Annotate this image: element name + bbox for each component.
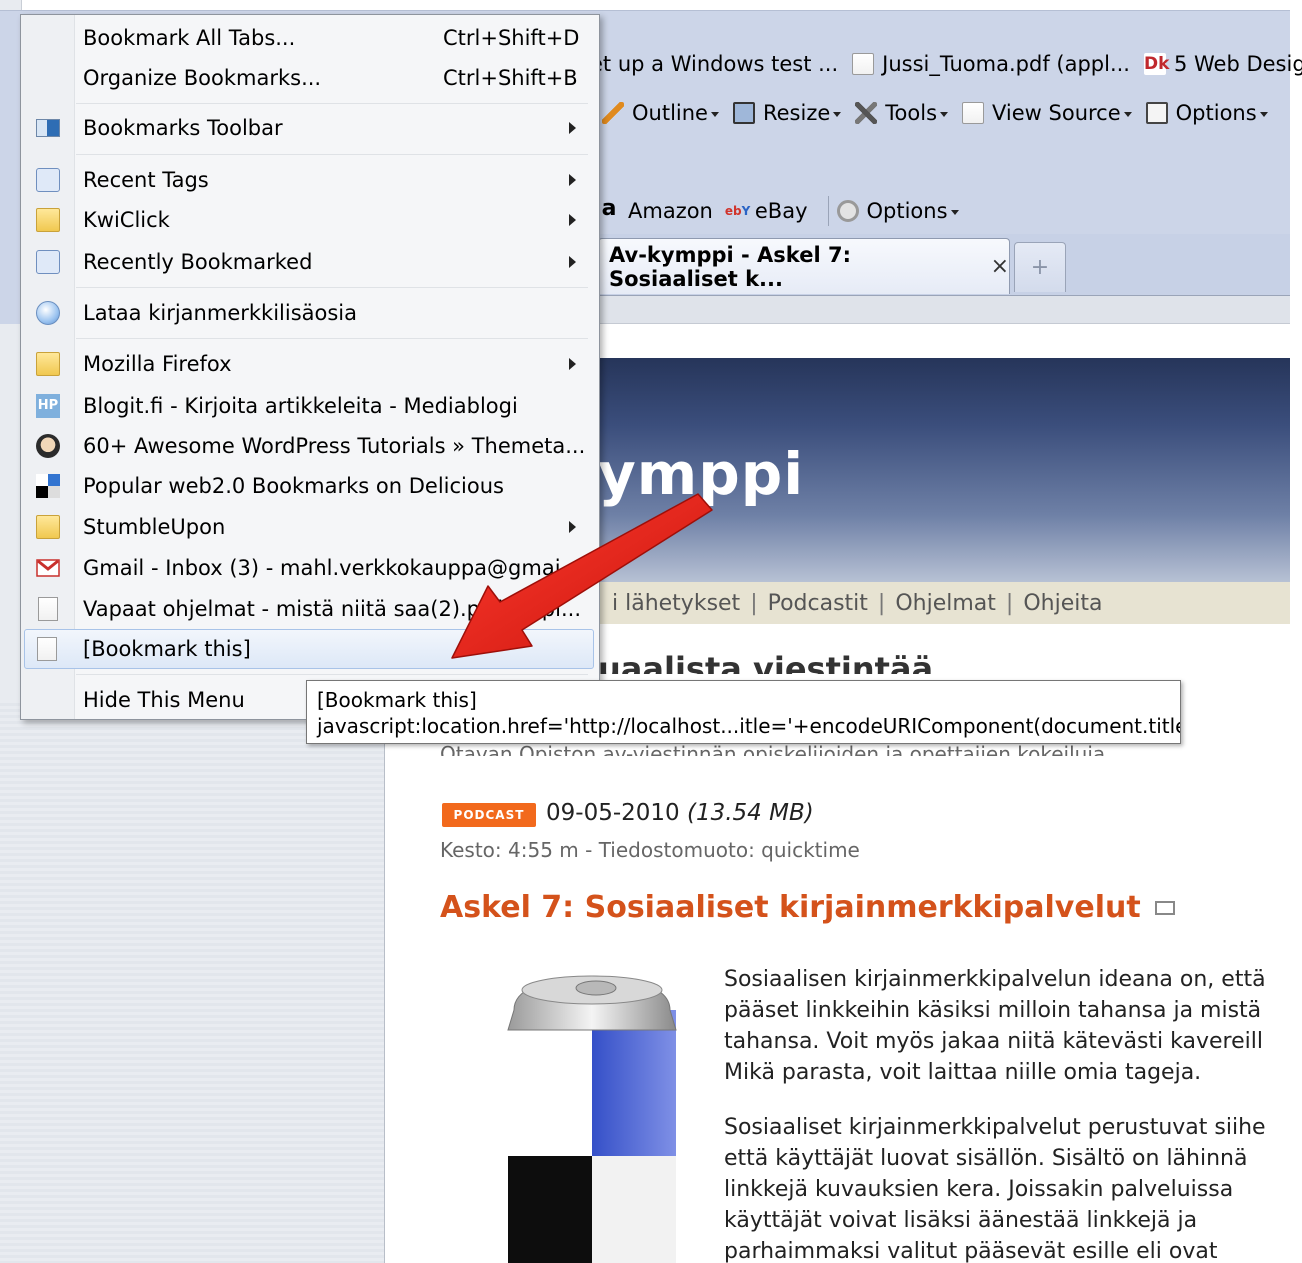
tools-button[interactable]: Tools xyxy=(855,101,948,125)
section-subtitle: Otavan Opiston av-viestinnän opiskelijoi… xyxy=(440,742,1106,756)
resize-icon xyxy=(732,102,755,124)
view-source-button[interactable]: View Source xyxy=(962,101,1132,125)
options-button[interactable]: Options xyxy=(1145,101,1268,125)
menu-item-wordpress-tutorials[interactable]: 60+ Awesome WordPress Tutorials » Themet… xyxy=(21,426,599,466)
amazon-icon: a xyxy=(601,196,617,221)
avatar-favicon-icon xyxy=(36,434,60,458)
submenu-arrow-icon xyxy=(569,122,576,134)
article-title[interactable]: Askel 7: Sosiaaliset kirjainmerkkipalvel… xyxy=(440,890,1175,925)
bookmark-tooltip: [Bookmark this] javascript:location.href… xyxy=(306,680,1181,744)
toolbar-icon xyxy=(36,119,60,137)
red-annotation-arrow-icon xyxy=(451,493,713,659)
bookmark-web-design[interactable]: Dk 5 Web Design xyxy=(1143,52,1302,76)
bookmarks-toolbar: et up a Windows test ... Jussi_Tuoma.pdf… xyxy=(590,44,1302,84)
plus-icon: + xyxy=(1030,255,1050,280)
menu-separator xyxy=(76,103,588,104)
submenu-arrow-icon xyxy=(569,214,576,226)
tooltip-url: javascript:location.href='http://localho… xyxy=(317,714,1181,738)
globe-icon xyxy=(36,301,60,325)
menu-item-mozilla-firefox[interactable]: Mozilla Firefox xyxy=(21,344,599,384)
menu-item-recent-tags[interactable]: Recent Tags xyxy=(21,160,599,200)
submenu-arrow-icon xyxy=(569,174,576,186)
gear-icon xyxy=(836,200,859,222)
folder-icon xyxy=(36,352,60,376)
tab-active[interactable]: Av-kymppi - Askel 7: Sosiaaliset k... × xyxy=(598,238,1010,294)
menu-item-organize-bookmarks[interactable]: Organize Bookmarks... Ctrl+Shift+B xyxy=(21,58,599,98)
menu-separator xyxy=(76,154,588,155)
document-icon xyxy=(962,102,985,124)
menu-item-lataa-lisaosia[interactable]: Lataa kirjanmerkkilisäosia xyxy=(21,293,599,333)
article-body: Sosiaalisen kirjainmerkkipalvelun ideana… xyxy=(724,964,1294,1263)
page-icon xyxy=(38,597,58,621)
delicious-icon xyxy=(36,474,60,498)
nav-link-guides[interactable]: Ohjeita xyxy=(1023,591,1102,616)
paragraph: Sosiaalisen kirjainmerkkipalvelun ideana… xyxy=(724,967,1266,1085)
nav-separator: | xyxy=(750,590,758,616)
dr-icon: Dk xyxy=(1143,53,1170,75)
bookmark-jussi-pdf[interactable]: Jussi_Tuoma.pdf (appl... xyxy=(852,52,1130,76)
resize-button[interactable]: Resize xyxy=(732,101,841,125)
can-image xyxy=(507,975,677,1263)
search-toolbar: a Amazon ebY eBay Options xyxy=(598,190,1290,232)
blog-favicon-icon: HP xyxy=(36,394,60,418)
submenu-arrow-icon xyxy=(569,358,576,370)
smart-folder-icon xyxy=(36,250,60,274)
amazon-button[interactable]: a Amazon xyxy=(598,196,713,224)
nav-separator: | xyxy=(1005,590,1014,616)
bookmark-windows-test[interactable]: et up a Windows test ... xyxy=(590,52,838,76)
submenu-arrow-icon xyxy=(569,256,576,268)
new-tab-button[interactable]: + xyxy=(1014,242,1066,292)
folder-icon xyxy=(36,208,60,232)
shortcut-label: Ctrl+Shift+B xyxy=(443,66,578,90)
gmail-icon xyxy=(36,559,60,577)
page-icon xyxy=(852,53,875,75)
shortcut-label: Ctrl+Shift+D xyxy=(443,26,580,50)
ebay-button[interactable]: ebY eBay xyxy=(725,199,808,223)
nav-separator: | xyxy=(877,590,886,616)
close-tab-icon[interactable]: × xyxy=(991,254,1009,279)
tooltip-title: [Bookmark this] xyxy=(317,688,477,712)
ebay-icon: ebY xyxy=(724,204,751,218)
folder-icon xyxy=(36,515,60,539)
smart-folder-icon xyxy=(36,168,60,192)
podcast-badge[interactable]: PODCAST xyxy=(442,803,536,827)
sidebar-panel xyxy=(0,700,385,1263)
web-developer-toolbar: Outline Resize Tools View Source Options xyxy=(602,92,1292,134)
menu-separator xyxy=(76,674,588,675)
tools-icon xyxy=(855,102,878,124)
menu-item-bookmark-all-tabs[interactable]: Bookmark All Tabs... Ctrl+Shift+D xyxy=(21,18,599,58)
post-date: 09-05-2010 (13.54 MB) xyxy=(546,800,814,826)
menu-item-kwiclick[interactable]: KwiClick xyxy=(21,200,599,240)
date-text: 09-05-2010 xyxy=(546,800,680,826)
paragraph: Sosiaaliset kirjainmerkkipalvelut perust… xyxy=(724,1115,1266,1263)
menu-item-recently-bookmarked[interactable]: Recently Bookmarked xyxy=(21,242,599,282)
address-strip xyxy=(598,296,1290,324)
search-options-button[interactable]: Options xyxy=(836,199,959,223)
tab-title: Av-kymppi - Askel 7: Sosiaaliset k... xyxy=(609,242,851,291)
options-icon xyxy=(1145,102,1168,124)
toolbar-separator xyxy=(827,196,829,226)
file-size: (13.54 MB) xyxy=(686,800,814,826)
post-duration: Kesto: 4:55 m - Tiedostomuoto: quicktime xyxy=(440,838,860,862)
nav-link-programs[interactable]: Ohjelmat xyxy=(895,591,996,616)
page-icon xyxy=(37,637,57,661)
menu-separator xyxy=(76,287,588,288)
menu-item-bookmarks-toolbar[interactable]: Bookmarks Toolbar xyxy=(21,108,599,148)
menu-separator xyxy=(76,338,588,339)
outline-button[interactable]: Outline xyxy=(602,101,719,125)
pencil-icon xyxy=(602,102,624,124)
comment-icon[interactable] xyxy=(1154,900,1175,915)
menu-item-blogit[interactable]: HP Blogit.fi - Kirjoita artikkeleita - M… xyxy=(21,386,599,426)
nav-link-podcasts[interactable]: Podcastit xyxy=(768,591,868,616)
